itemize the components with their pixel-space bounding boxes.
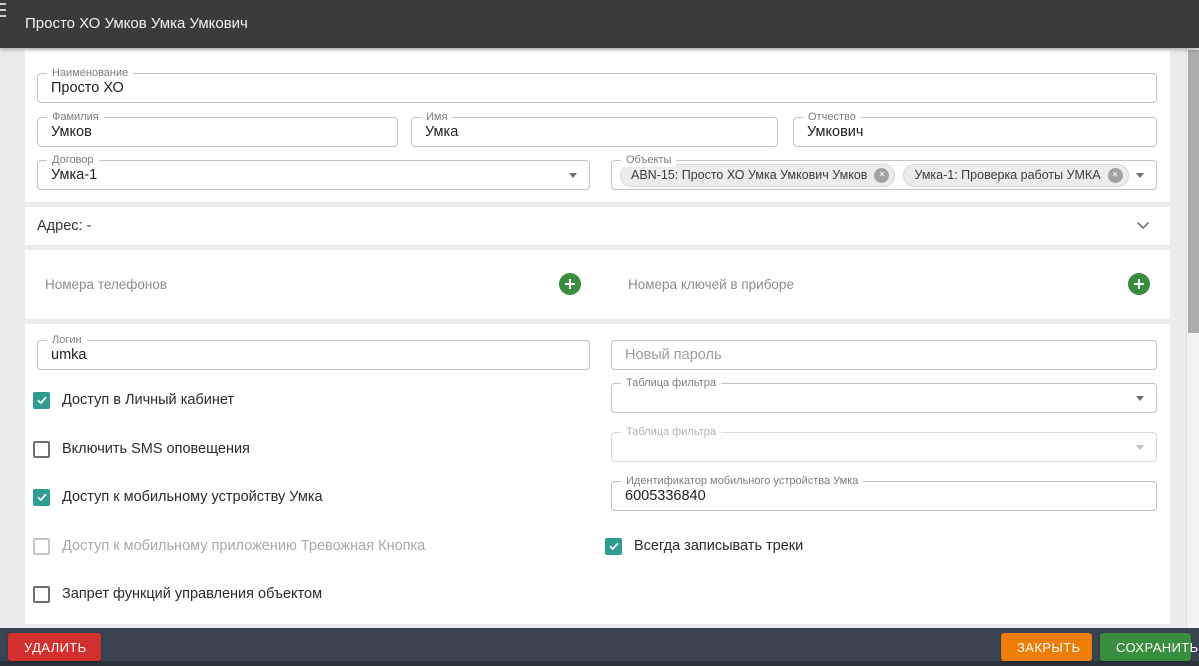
surname-field-label: Фамилия [47, 110, 104, 124]
checkbox-checked[interactable] [33, 392, 50, 409]
dropdown-arrow-icon [569, 173, 577, 178]
name-field[interactable]: Наименование [37, 73, 1157, 103]
objects-multiselect[interactable]: Объекты ABN-15: Просто ХО Умка Умкович У… [611, 160, 1157, 190]
identity-section: Наименование Фамилия Имя Отчество Догово… [25, 50, 1170, 202]
filter-table-1-label: Таблица фильтра [621, 376, 721, 390]
new-password-field[interactable] [611, 340, 1157, 370]
checkbox-unchecked[interactable] [33, 441, 50, 458]
dialog-title: Просто ХО Умков Умка Умкович [25, 0, 248, 48]
checkbox-label: Доступ к мобильному устройству Умка [62, 489, 323, 505]
panic-button-access-row: Доступ к мобильному приложению Тревожная… [33, 537, 425, 555]
patronymic-field[interactable]: Отчество [793, 117, 1157, 147]
vertical-scrollbar[interactable] [1186, 48, 1199, 628]
close-button[interactable]: ЗАКРЫТЬ [1001, 633, 1092, 661]
new-password-input[interactable] [612, 341, 1156, 369]
chip-remove-icon[interactable] [1108, 168, 1123, 183]
checkbox-label: Включить SMS оповещения [62, 441, 250, 457]
objects-chip-list: ABN-15: Просто ХО Умка Умкович Умков Умк… [620, 161, 1129, 189]
edit-person-dialog: Просто ХО Умков Умка Умкович Наименовани… [0, 0, 1199, 666]
delete-button[interactable]: УДАЛИТЬ [8, 633, 101, 661]
contract-select[interactable]: Договор [37, 160, 590, 190]
save-button[interactable]: СОХРАНИТЬ [1100, 633, 1191, 661]
dialog-footer: УДАЛИТЬ ЗАКРЫТЬ СОХРАНИТЬ [0, 628, 1199, 666]
login-field-label: Логин [47, 333, 87, 347]
record-tracks-row[interactable]: Всегда записывать треки [605, 537, 803, 555]
phones-list-label: Номера телефонов [45, 277, 167, 292]
login-input[interactable] [38, 341, 589, 369]
chevron-down-icon[interactable] [1136, 221, 1150, 230]
address-summary: Адрес: - [37, 207, 91, 245]
add-device-key-button[interactable] [1128, 273, 1150, 295]
object-control-ban-row[interactable]: Запрет функций управления объектом [33, 585, 322, 603]
check-icon [36, 394, 48, 406]
add-phone-button[interactable] [559, 273, 581, 295]
check-icon [608, 540, 620, 552]
firstname-input[interactable] [412, 118, 777, 146]
firstname-field-label: Имя [421, 110, 452, 124]
sms-notifications-row[interactable]: Включить SMS оповещения [33, 440, 250, 458]
hamburger-menu-icon[interactable] [0, 3, 6, 25]
checkbox-disabled [33, 538, 50, 555]
phones-keys-section: Номера телефонов Номера ключей в приборе [25, 250, 1170, 319]
chip-remove-icon[interactable] [874, 168, 889, 183]
name-field-label: Наименование [47, 66, 133, 80]
surname-field[interactable]: Фамилия [37, 117, 398, 147]
contract-select-label: Договор [47, 153, 99, 167]
account-section: Логин Доступ в Личный кабинет Включить S… [25, 324, 1170, 624]
mobile-device-id-label: Идентификатор мобильного устройства Умка [621, 474, 863, 488]
checkbox-unchecked[interactable] [33, 586, 50, 603]
filter-table-select-1[interactable]: Таблица фильтра [611, 383, 1157, 413]
dropdown-arrow-icon [1136, 445, 1144, 450]
name-input[interactable] [38, 74, 1156, 102]
checkbox-label: Доступ в Личный кабинет [62, 392, 234, 408]
firstname-field[interactable]: Имя [411, 117, 778, 147]
address-expansion-panel[interactable]: Адрес: - [25, 207, 1170, 245]
personal-account-access-row[interactable]: Доступ в Личный кабинет [33, 391, 234, 409]
device-keys-list-label: Номера ключей в приборе [628, 277, 794, 292]
object-chip-text: ABN-15: Просто ХО Умка Умкович Умков [631, 168, 867, 182]
checkbox-label: Доступ к мобильному приложению Тревожная… [62, 538, 425, 554]
dropdown-arrow-icon [1136, 396, 1144, 401]
mobile-device-id-field[interactable]: Идентификатор мобильного устройства Умка [611, 481, 1157, 511]
dialog-title-bar: Просто ХО Умков Умка Умкович [0, 0, 1199, 48]
patronymic-field-label: Отчество [803, 110, 861, 124]
dropdown-arrow-icon [1136, 173, 1144, 178]
check-icon [36, 491, 48, 503]
objects-multiselect-label: Объекты [621, 153, 676, 167]
scrollbar-thumb[interactable] [1188, 50, 1199, 333]
filter-table-select-2: Таблица фильтра [611, 432, 1157, 462]
umka-device-access-row[interactable]: Доступ к мобильному устройству Умка [33, 488, 323, 506]
checkbox-checked[interactable] [33, 489, 50, 506]
checkbox-label: Всегда записывать треки [634, 538, 803, 554]
checkbox-checked[interactable] [605, 538, 622, 555]
filter-table-2-label: Таблица фильтра [621, 425, 721, 439]
object-chip[interactable]: Умка-1: Проверка работы УМКА [903, 164, 1128, 187]
object-chip-text: Умка-1: Проверка работы УМКА [914, 168, 1100, 182]
login-field[interactable]: Логин [37, 340, 590, 370]
checkbox-label: Запрет функций управления объектом [62, 586, 322, 602]
contract-select-value[interactable] [38, 161, 589, 189]
